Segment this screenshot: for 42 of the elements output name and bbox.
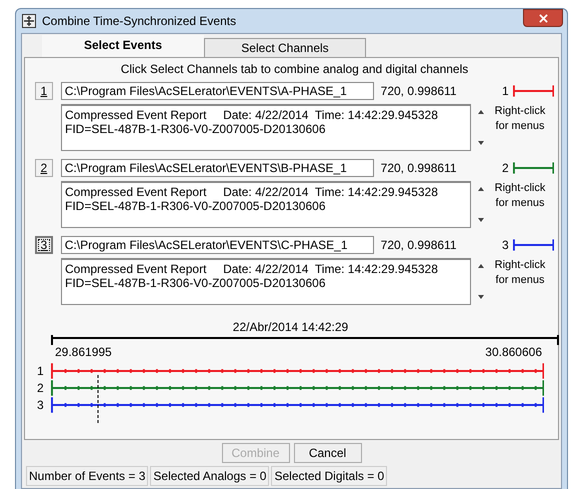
timeline-date: 22/Abr/2014 14:42:29 (232, 320, 350, 334)
channel-number: 2 (501, 161, 509, 175)
hint-text: Right-click for menus (494, 104, 546, 134)
track-number: 3 (37, 398, 45, 412)
close-icon (538, 14, 548, 22)
file-path-field[interactable]: C:\Program Files\AcSELerator\EVENTS\A-PHASE_1 (60, 82, 374, 100)
event-number-button[interactable]: 2 (35, 159, 53, 177)
file-path-field[interactable]: C:\Program Files\AcSELerator\EVENTS\C-PHASE_1 (60, 236, 374, 254)
close-button[interactable] (523, 9, 563, 27)
start-time-label: 29.861995 (55, 345, 112, 359)
window-title: Combine Time-Synchronized Events (42, 14, 238, 28)
scroll-down-arrow-icon[interactable] (478, 141, 484, 145)
scroll-up-arrow-icon[interactable] (478, 187, 484, 191)
event-details-text: Compressed Event Report Date: 4/22/2014 Time: 14:42:29.945328 FID=SEL-487B-1-R306-V0-Z007005-D20130606 (61, 181, 471, 228)
tab[interactable]: Select Events (42, 35, 204, 57)
status-pane: Selected Analogs = 0 (150, 466, 270, 486)
channel-number: 3 (500, 238, 509, 252)
event-details-text: Compressed Event Report Date: 4/22/2014 Time: 14:42:29.945328 FID=SEL-487B-1-R306-V0-Z007005-D20130606 (61, 258, 471, 305)
sample-info: 720, 0.998611 (380, 238, 458, 252)
track-number: 2 (37, 381, 45, 395)
hint-text: Right-click for menus (494, 181, 546, 211)
event-details-text: Compressed Event Report Date: 4/22/2014 Time: 14:42:29.945328 FID=SEL-487B-1-R306-V0-Z007005-D20130606 (61, 104, 471, 151)
status-pane: Selected Digitals = 0 (271, 466, 388, 486)
status-pane: Number of Events = 3 (26, 466, 148, 486)
sample-info: 720, 0.998611 (380, 84, 458, 98)
tab[interactable]: Select Channels (204, 38, 366, 57)
channel-number: 1 (501, 84, 509, 98)
dialog-button[interactable]: Cancel (294, 443, 362, 463)
app-icon (22, 14, 36, 28)
event-number-button[interactable]: 1 (35, 82, 53, 100)
scroll-down-arrow-icon[interactable] (478, 218, 484, 222)
cursor-line[interactable] (97, 375, 99, 425)
file-path-field[interactable]: C:\Program Files\AcSELerator\EVENTS\B-PHASE_1 (60, 159, 374, 177)
scroll-down-arrow-icon[interactable] (478, 295, 484, 299)
instruction-text: Click Select Channels tab to combine analog and digital channels (120, 62, 470, 76)
track-number: 1 (37, 364, 45, 378)
sample-info: 720, 0.998611 (380, 161, 458, 175)
event-number-button[interactable]: 3 (35, 236, 53, 254)
scroll-up-arrow-icon[interactable] (478, 110, 484, 114)
hint-text: Right-click for menus (494, 258, 546, 288)
scroll-up-arrow-icon[interactable] (478, 264, 484, 268)
end-time-label: 30.860606 (485, 345, 542, 359)
